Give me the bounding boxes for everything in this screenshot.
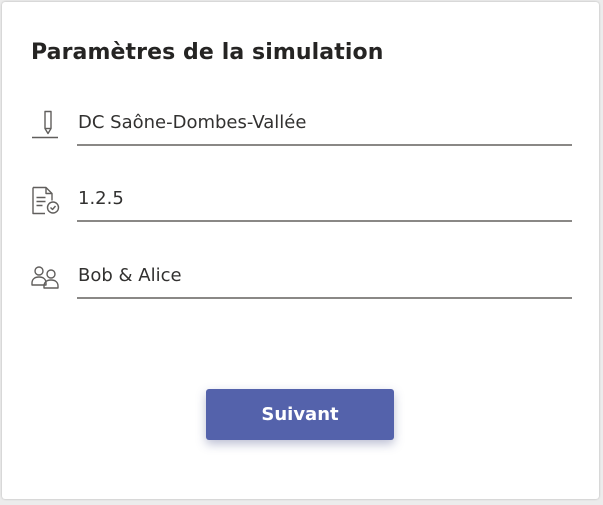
simulation-name-field xyxy=(77,102,572,146)
version-input[interactable] xyxy=(77,178,572,218)
name-row xyxy=(30,102,572,146)
simulation-settings-card: Paramètres de la simulation DC Saône-Dom… xyxy=(2,2,599,499)
version-row xyxy=(30,178,572,222)
page-title: Paramètres de la simulation xyxy=(31,40,384,65)
team-input[interactable] xyxy=(77,255,572,295)
people-icon xyxy=(30,263,62,295)
pencil-icon xyxy=(30,110,62,142)
simulation-name-input[interactable] xyxy=(77,102,572,142)
version-field xyxy=(77,178,572,222)
team-field xyxy=(77,255,572,299)
next-button[interactable]: Suivant xyxy=(206,389,394,440)
document-check-icon xyxy=(30,186,62,218)
team-row xyxy=(30,255,572,299)
